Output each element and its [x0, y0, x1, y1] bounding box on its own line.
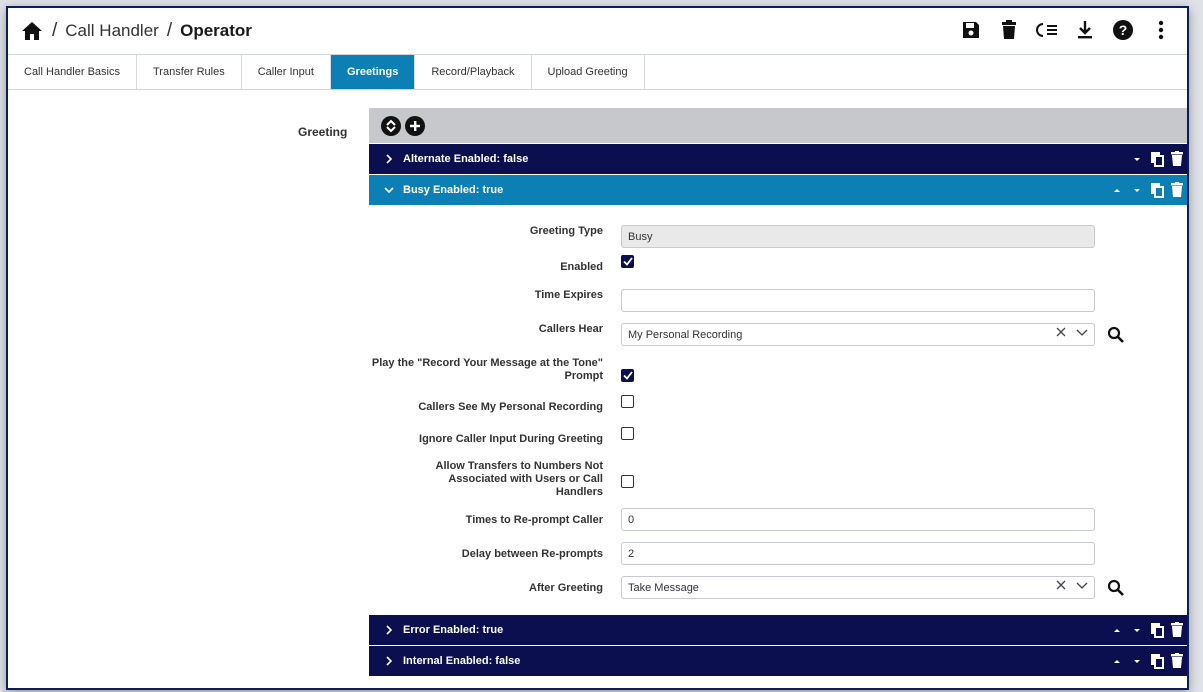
time-expires-field[interactable]: [621, 289, 1095, 312]
busy-greeting-form: Greeting Type Enabled Time Expires: [369, 205, 1187, 614]
field-label: Greeting Type: [529, 225, 603, 237]
tab-caller-input[interactable]: Caller Input: [242, 55, 331, 89]
more-vertical-icon[interactable]: [1149, 18, 1173, 42]
clear-icon[interactable]: [1056, 580, 1066, 590]
after-greeting-select[interactable]: Take Message: [621, 576, 1095, 599]
home-icon[interactable]: [20, 19, 44, 43]
greeting-label: Greeting: [298, 125, 348, 139]
copy-icon[interactable]: [1149, 182, 1165, 198]
accordion-internal[interactable]: Internal Enabled: false: [369, 646, 1187, 676]
accordion-error[interactable]: Error Enabled: true: [369, 615, 1187, 645]
move-down-icon[interactable]: [1129, 622, 1145, 638]
accordion-title: Alternate Enabled: false: [403, 153, 529, 165]
tab-call-handler-basics[interactable]: Call Handler Basics: [8, 55, 137, 89]
row-play-record-prompt: Play the "Record Your Message at the Ton…: [369, 357, 1187, 383]
field-label: Play the "Record Your Message at the Ton…: [371, 357, 603, 382]
select-value: My Personal Recording: [628, 328, 743, 341]
chevron-down-icon[interactable]: [1076, 327, 1088, 337]
delete-icon[interactable]: [1169, 182, 1185, 198]
move-up-icon[interactable]: [1109, 182, 1125, 198]
enabled-checkbox[interactable]: [621, 255, 634, 268]
accordion-busy[interactable]: Busy Enabled: true: [369, 175, 1187, 205]
accordion-alternate[interactable]: Alternate Enabled: false: [369, 144, 1187, 174]
field-label: Allow Transfers to Numbers Not Associate…: [435, 460, 603, 498]
row-after-greeting: After Greeting Take Message: [369, 576, 1187, 599]
add-icon[interactable]: [405, 115, 425, 136]
accordion-title: Internal Enabled: false: [403, 655, 521, 667]
row-ignore-caller-input: Ignore Caller Input During Greeting: [369, 427, 1187, 446]
field-label: Ignore Caller Input During Greeting: [419, 433, 603, 445]
row-callers-see-recording: Callers See My Personal Recording: [369, 395, 1187, 414]
callers-hear-select[interactable]: My Personal Recording: [621, 323, 1095, 346]
trash-icon[interactable]: [997, 18, 1021, 42]
field-label: Delay between Re-prompts: [461, 548, 603, 560]
download-icon[interactable]: [1073, 18, 1097, 42]
sort-icon[interactable]: [381, 115, 401, 136]
copy-icon[interactable]: [1149, 622, 1165, 638]
tab-greetings[interactable]: Greetings: [330, 55, 416, 89]
field-label: Callers See My Personal Recording: [418, 401, 603, 413]
delete-icon[interactable]: [1169, 653, 1185, 669]
chevron-right-icon: [386, 656, 393, 666]
delay-reprompts-field[interactable]: [621, 542, 1095, 565]
bulk-edit-icon[interactable]: [1035, 18, 1059, 42]
help-icon[interactable]: ?: [1111, 18, 1135, 42]
breadcrumb-separator: /: [166, 20, 173, 41]
breadcrumb-parent[interactable]: Call Handler: [65, 21, 159, 41]
select-value: Take Message: [628, 581, 699, 594]
tab-record-playback[interactable]: Record/Playback: [415, 55, 532, 89]
field-label: After Greeting: [529, 582, 603, 594]
clear-icon[interactable]: [1056, 327, 1066, 337]
field-label: Enabled: [560, 261, 603, 273]
header-bar: / Call Handler / Operator ?: [8, 8, 1187, 55]
app-window: / Call Handler / Operator ? Call Handler…: [6, 6, 1189, 690]
row-callers-hear: Callers Hear My Personal Recording: [369, 323, 1187, 346]
allow-transfers-checkbox[interactable]: [621, 475, 634, 488]
play-record-prompt-checkbox[interactable]: [621, 369, 634, 382]
copy-icon[interactable]: [1149, 653, 1165, 669]
accordion-title: Busy Enabled: true: [403, 184, 504, 196]
times-reprompt-field[interactable]: [621, 508, 1095, 531]
delete-icon[interactable]: [1169, 151, 1185, 167]
tab-bar: Call Handler Basics Transfer Rules Calle…: [8, 55, 1187, 90]
callers-see-recording-checkbox[interactable]: [621, 395, 634, 408]
greetings-toolbar: [369, 108, 1187, 143]
row-allow-transfers: Allow Transfers to Numbers Not Associate…: [369, 460, 1187, 499]
field-label: Times to Re-prompt Caller: [465, 514, 603, 526]
chevron-right-icon: [386, 625, 393, 635]
svg-text:?: ?: [1119, 22, 1128, 38]
move-down-icon[interactable]: [1129, 151, 1145, 167]
delete-icon[interactable]: [1169, 622, 1185, 638]
move-down-icon[interactable]: [1129, 653, 1145, 669]
row-greeting-type: Greeting Type: [369, 225, 1187, 248]
greeting-type-field: [621, 225, 1095, 248]
save-icon[interactable]: [959, 18, 983, 42]
tab-transfer-rules[interactable]: Transfer Rules: [137, 55, 242, 89]
row-times-reprompt: Times to Re-prompt Caller: [369, 508, 1187, 531]
row-enabled: Enabled: [369, 255, 1187, 274]
accordion-title: Error Enabled: true: [403, 624, 504, 636]
breadcrumb-current: Operator: [180, 21, 252, 40]
copy-icon[interactable]: [1149, 151, 1165, 167]
field-label: Time Expires: [534, 289, 603, 301]
search-icon[interactable]: [1107, 579, 1125, 597]
chevron-right-icon: [386, 154, 393, 164]
breadcrumb-separator: /: [52, 20, 58, 41]
chevron-down-icon[interactable]: [1076, 580, 1088, 590]
greetings-panel: Alternate Enabled: false Busy Enabled: t…: [369, 108, 1187, 676]
row-delay-reprompts: Delay between Re-prompts: [369, 542, 1187, 565]
chevron-down-icon: [384, 187, 394, 194]
move-down-icon[interactable]: [1129, 182, 1145, 198]
move-up-icon[interactable]: [1109, 653, 1125, 669]
tab-upload-greeting[interactable]: Upload Greeting: [532, 55, 645, 89]
field-label: Callers Hear: [538, 323, 603, 335]
header-toolbar: ?: [959, 18, 1173, 42]
move-up-icon[interactable]: [1109, 622, 1125, 638]
row-time-expires: Time Expires: [369, 289, 1187, 312]
ignore-caller-input-checkbox[interactable]: [621, 427, 634, 440]
search-icon[interactable]: [1107, 326, 1125, 344]
